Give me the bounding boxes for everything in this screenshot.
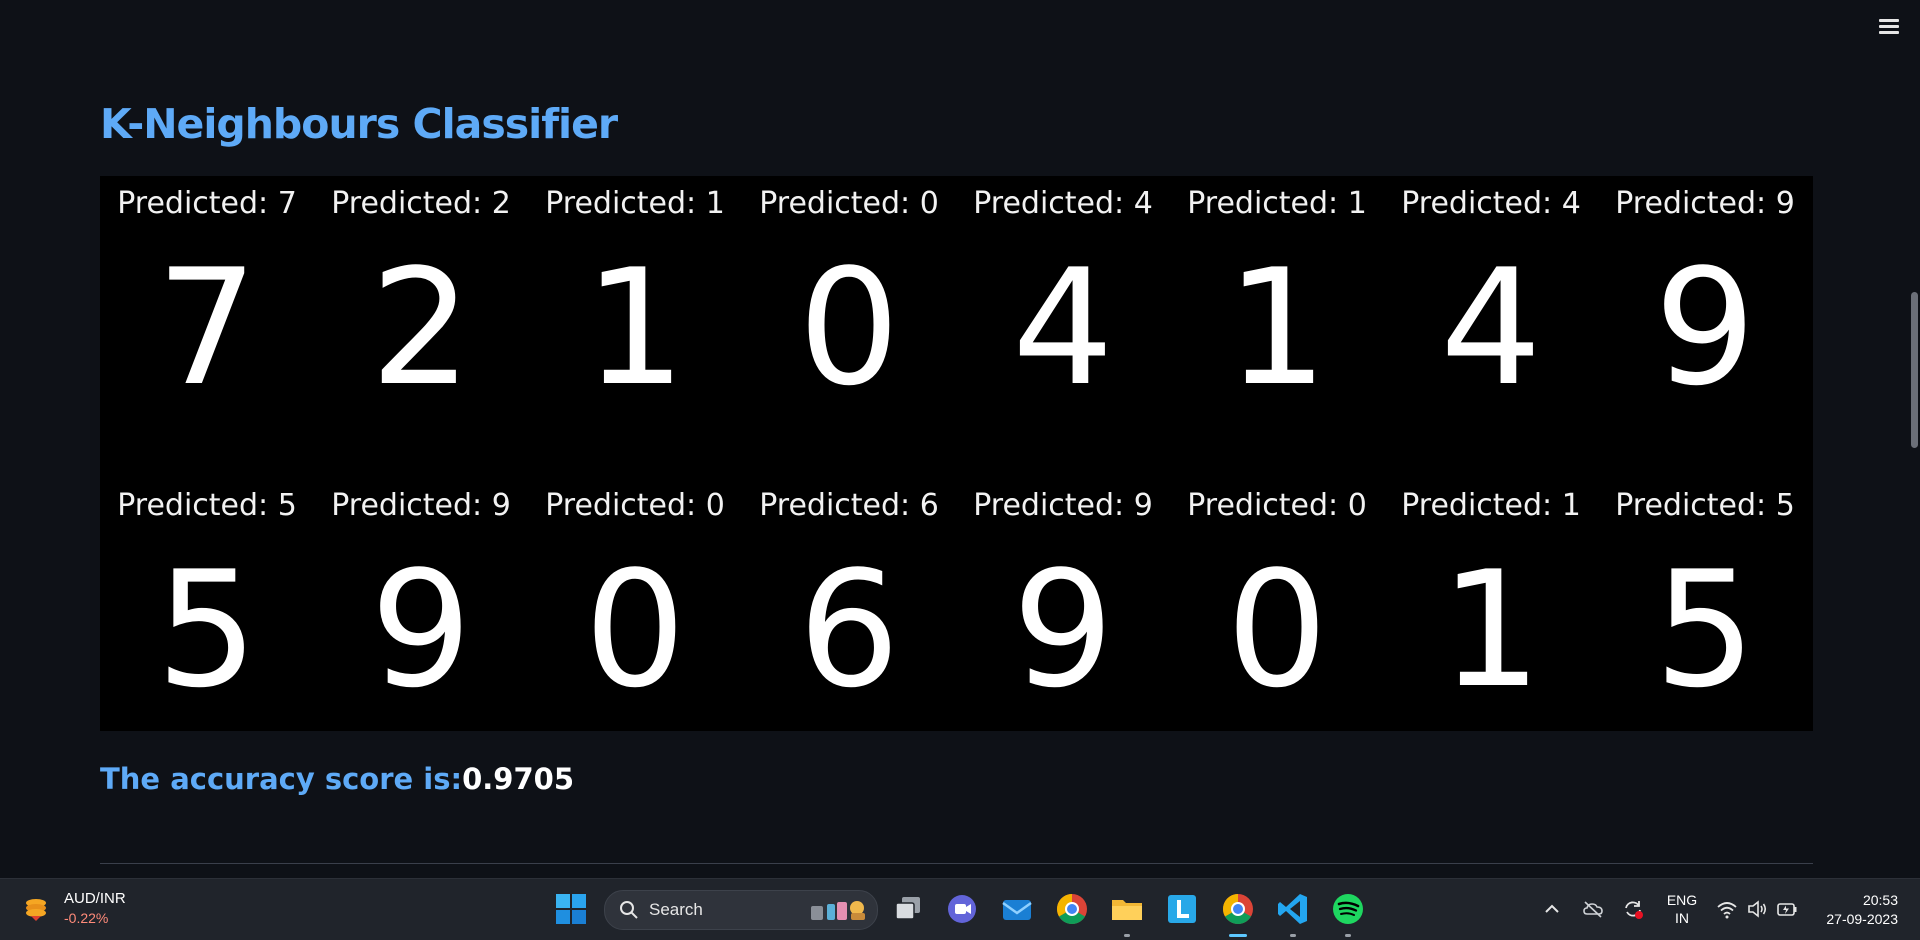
search-highlight-art-icon [811, 901, 865, 920]
prediction-caption: Predicted: 7 [117, 186, 297, 221]
page-title: K-Neighbours Classifier [100, 100, 618, 148]
vscode-icon[interactable] [1275, 891, 1311, 927]
prediction-caption: Predicted: 0 [1187, 488, 1367, 523]
digit-image: 7 [156, 234, 258, 421]
prediction-caption: Predicted: 1 [545, 186, 725, 221]
vscode-running-indicator [1290, 934, 1296, 937]
digit-image: 1 [1440, 536, 1542, 723]
prediction-caption: Predicted: 4 [1401, 186, 1581, 221]
widget-change: -0.22% [64, 910, 109, 926]
chevron-up-icon[interactable] [1541, 898, 1563, 920]
widget-ticker[interactable]: AUD/INR [64, 890, 126, 907]
digit-image: 9 [370, 536, 472, 723]
battery-icon[interactable] [1776, 898, 1798, 920]
input-language-indicator[interactable]: ENG IN [1664, 891, 1700, 927]
spotify-running-indicator [1345, 934, 1351, 937]
clock-time: 20:53 [1862, 892, 1898, 908]
chrome-icon[interactable] [1054, 891, 1090, 927]
l-app-icon[interactable] [1164, 891, 1200, 927]
spotify-icon[interactable] [1330, 891, 1366, 927]
prediction-cell: Predicted: 22 [314, 176, 528, 416]
prediction-cell: Predicted: 44 [1384, 176, 1598, 416]
digit-image: 1 [584, 234, 686, 421]
system-clock[interactable]: 20:53 27-09-2023 [1812, 891, 1898, 929]
search-icon [620, 901, 638, 919]
lang-top: ENG [1666, 892, 1698, 908]
windows-start-icon[interactable] [553, 891, 589, 927]
teams-chat-icon[interactable] [944, 891, 980, 927]
prediction-cell: Predicted: 55 [100, 478, 314, 718]
task-view-icon[interactable] [890, 891, 926, 927]
prediction-cell: Predicted: 00 [528, 478, 742, 718]
digit-image: 9 [1012, 536, 1114, 723]
prediction-cell: Predicted: 99 [314, 478, 528, 718]
lang-bottom: IN [1675, 910, 1689, 926]
prediction-cell: Predicted: 00 [1170, 478, 1384, 718]
prediction-caption: Predicted: 9 [973, 488, 1153, 523]
accuracy-label: The accuracy score is: [100, 762, 463, 796]
streamlit-app: K-Neighbours Classifier Predicted: 7 7 Pre… [0, 0, 1920, 878]
accuracy-score: The accuracy score is:0.9705 [100, 762, 574, 796]
prediction-cell: Predicted: 11 [1384, 478, 1598, 718]
chrome-active-icon[interactable] [1220, 891, 1256, 927]
prediction-cell: Predicted: 00 [742, 176, 956, 416]
prediction-caption: Predicted: 4 [973, 186, 1153, 221]
prediction-caption: Predicted: 1 [1401, 488, 1581, 523]
wifi-icon[interactable] [1716, 898, 1738, 920]
taskbar: AUD/INR -0.22% Search ENG IN 20:53 27-09… [0, 878, 1920, 940]
search-label: Search [649, 900, 703, 919]
prediction-caption: Predicted: 5 [1615, 488, 1795, 523]
chrome-active-indicator [1229, 934, 1247, 937]
prediction-caption: Predicted: 0 [545, 488, 725, 523]
prediction-caption: Predicted: 1 [1187, 186, 1367, 221]
prediction-cell: Predicted: 77 [100, 176, 314, 416]
digit-image: 2 [370, 234, 472, 421]
digit-image: 5 [1654, 536, 1756, 723]
digit-image: 0 [798, 234, 900, 421]
prediction-cell: Predicted: 44 [956, 176, 1170, 416]
search-input[interactable]: Search [604, 890, 878, 930]
divider [100, 863, 1813, 864]
prediction-caption: Predicted: 6 [759, 488, 939, 523]
accuracy-value: 0.9705 [462, 762, 575, 796]
prediction-caption: Predicted: 9 [331, 488, 511, 523]
prediction-caption: Predicted: 0 [759, 186, 939, 221]
digit-image: 5 [156, 536, 258, 723]
onedrive-offline-icon[interactable] [1582, 898, 1604, 920]
digit-image: 0 [1226, 536, 1328, 723]
digit-image: 9 [1654, 234, 1756, 421]
prediction-caption: Predicted: 2 [331, 186, 511, 221]
prediction-figure: Predicted: 7 7 Predicted: 2 2 Predicted: 11P… [100, 176, 1813, 731]
prediction-cell: Predicted: 11 [1170, 176, 1384, 416]
prediction-cell: Predicted: 11 [528, 176, 742, 416]
digit-image: 6 [798, 536, 900, 723]
file-explorer-icon[interactable] [1109, 891, 1145, 927]
hamburger-menu-icon[interactable] [1876, 16, 1902, 38]
digit-image: 4 [1012, 234, 1114, 421]
prediction-cell: Predicted: 55 [1598, 478, 1812, 718]
file-explorer-running-indicator [1124, 934, 1130, 937]
volume-icon[interactable] [1746, 898, 1768, 920]
prediction-cell: Predicted: 66 [742, 478, 956, 718]
digit-image: 4 [1440, 234, 1542, 421]
prediction-cell: Predicted: 99 [1598, 176, 1812, 416]
scrollbar[interactable] [1911, 292, 1918, 448]
sync-icon[interactable] [1622, 898, 1644, 920]
prediction-caption: Predicted: 5 [117, 488, 297, 523]
digit-image: 0 [584, 536, 686, 723]
prediction-caption: Predicted: 9 [1615, 186, 1795, 221]
digit-image: 1 [1226, 234, 1328, 421]
prediction-cell: Predicted: 99 [956, 478, 1170, 718]
stock-coins-icon[interactable] [22, 895, 50, 923]
mail-icon[interactable] [999, 891, 1035, 927]
clock-date: 27-09-2023 [1826, 911, 1898, 927]
